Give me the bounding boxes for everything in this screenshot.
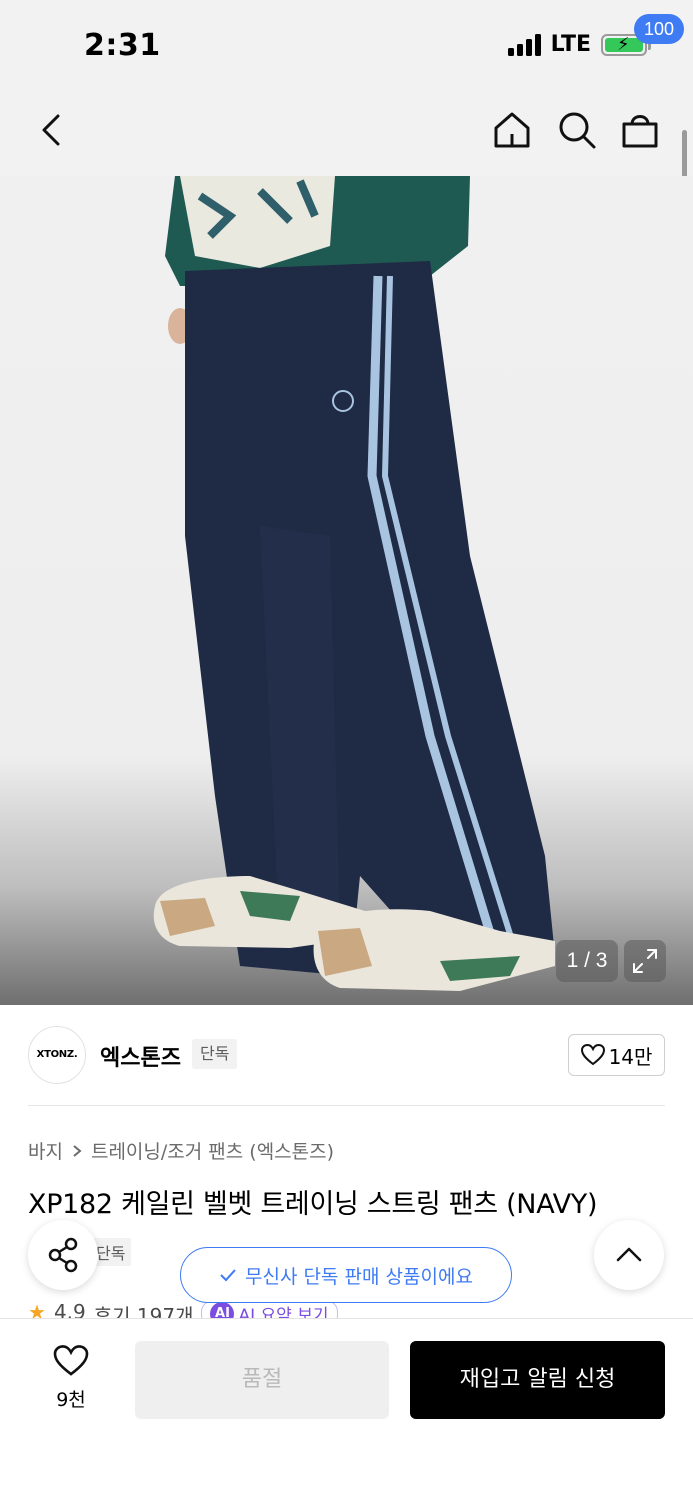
soldout-button: 품절 (135, 1341, 389, 1419)
product-image[interactable] (0, 176, 693, 1005)
chevron-up-icon (616, 1247, 642, 1262)
brand-like-count: 14만 (608, 1044, 653, 1069)
shopping-bag-icon[interactable] (618, 108, 662, 152)
breadcrumb-category[interactable]: 바지 (28, 1137, 63, 1164)
heart-icon (53, 1345, 89, 1376)
signal-icon (507, 33, 541, 56)
home-icon[interactable] (490, 108, 534, 152)
exclusive-notice-text: 무신사 단독 판매 상품이에요 (245, 1265, 473, 1288)
scroll-top-button[interactable] (594, 1220, 664, 1290)
cart-count-badge: 100 (634, 14, 684, 44)
brand-row: XTONZ. 엑스톤즈 단독 14만 (28, 1026, 665, 1086)
brand-name[interactable]: 엑스톤즈 (100, 1040, 181, 1072)
star-icon: ★ (28, 1300, 46, 1320)
heart-icon (580, 1044, 605, 1066)
share-icon (48, 1237, 78, 1273)
review-count[interactable]: 후기 197개 (94, 1300, 194, 1320)
check-icon (220, 1269, 236, 1282)
breadcrumb: 바지 트레이닝/조거 팬츠 (엑스톤즈) (28, 1137, 334, 1164)
product-photo-illustration (153, 176, 555, 991)
rating-value: 4.9 (53, 1300, 86, 1320)
image-counter: 1 / 3 (556, 940, 618, 982)
status-icons: LTE ⚡ (507, 32, 651, 57)
network-label: LTE (550, 32, 591, 57)
chevron-right-icon (73, 1144, 82, 1157)
bottom-action-bar: 9천 품절 재입고 알림 신청 (0, 1318, 693, 1500)
search-icon[interactable] (555, 108, 599, 152)
exclusive-tag: 단독 (192, 1039, 238, 1069)
brand-like-button[interactable]: 14만 (568, 1034, 665, 1076)
back-arrow-icon[interactable] (34, 110, 74, 150)
breadcrumb-subcategory[interactable]: 트레이닝/조거 팬츠 (엑스톤즈) (91, 1137, 334, 1164)
product-title: XP182 케일린 벨벳 트레이닝 스트링 팬츠 (NAVY) (28, 1189, 598, 1220)
ai-summary-button[interactable]: AI AI 요약 보기 (201, 1300, 338, 1320)
wishlist-button[interactable]: 9천 (36, 1345, 106, 1415)
top-nav (0, 90, 693, 176)
rating-row: ★ 4.9 후기 197개 AI AI 요약 보기 (28, 1300, 338, 1320)
expand-icon[interactable] (624, 940, 666, 982)
exclusive-notice-pill[interactable]: 무신사 단독 판매 상품이에요 (180, 1247, 512, 1303)
wishlist-count: 9천 (56, 1389, 86, 1411)
status-bar: 2:31 LTE ⚡ (0, 0, 693, 90)
share-button[interactable] (28, 1220, 98, 1290)
brand-logo[interactable]: XTONZ. (28, 1026, 86, 1084)
status-time: 2:31 (84, 28, 161, 63)
restock-alert-button[interactable]: 재입고 알림 신청 (410, 1341, 665, 1419)
divider (28, 1105, 665, 1106)
